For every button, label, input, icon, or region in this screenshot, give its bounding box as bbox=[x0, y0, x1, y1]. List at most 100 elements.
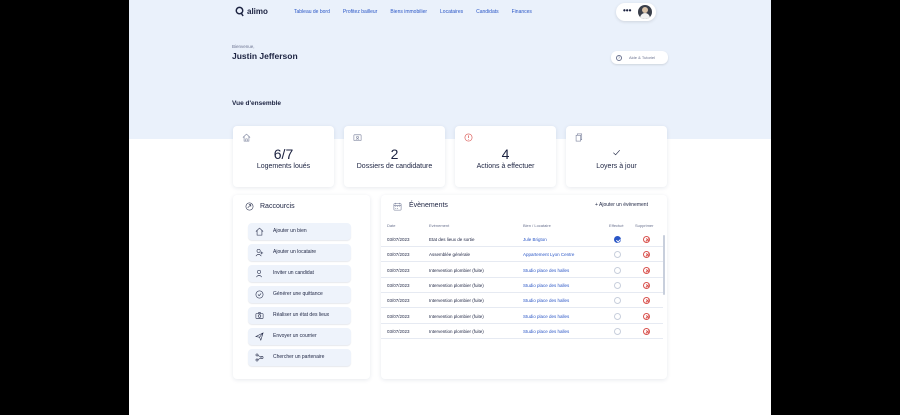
delete-icon[interactable] bbox=[643, 327, 650, 335]
shortcut-label: Chercher un partenaire bbox=[273, 354, 325, 360]
add-tenant-button[interactable]: Ajouter un locataire bbox=[248, 244, 351, 261]
row-date: 03/07/2023 bbox=[387, 282, 410, 288]
folder-icon bbox=[353, 134, 362, 141]
events-panel: Évènements + Ajouter un évènement Date E… bbox=[381, 195, 667, 379]
stat-label: Actions à effectuer bbox=[476, 163, 535, 170]
row-target-link[interactable]: Studio place des halles bbox=[523, 298, 569, 303]
stat-value: 2 bbox=[390, 146, 399, 162]
user-icon bbox=[256, 269, 262, 278]
send-mail-button[interactable]: Envoyer un courrier bbox=[248, 328, 351, 345]
avatar[interactable] bbox=[638, 5, 652, 19]
delete-icon[interactable] bbox=[643, 266, 650, 274]
add-event-button[interactable]: + Ajouter un évènement bbox=[595, 202, 648, 208]
row-event: Intervention plombier (fuite) bbox=[429, 328, 484, 334]
row-date: 03/07/2023 bbox=[387, 252, 410, 258]
row-target-link[interactable]: Studio place des halles bbox=[523, 283, 569, 288]
stat-card-applications[interactable]: 2 Dossiers de candidature bbox=[344, 126, 445, 187]
inventory-button[interactable]: Réaliser un état des lieux bbox=[248, 307, 351, 324]
row-target-link[interactable]: Studio place des halles bbox=[523, 329, 569, 334]
done-checkbox[interactable] bbox=[614, 327, 621, 335]
stat-label: Dossiers de candidature bbox=[356, 163, 433, 170]
user-menu[interactable]: ••• bbox=[616, 3, 656, 21]
delete-icon[interactable] bbox=[643, 281, 650, 289]
page-title: Justin Jefferson bbox=[232, 51, 298, 61]
welcome-text: Bienvenue, bbox=[232, 44, 255, 49]
house-icon bbox=[255, 227, 264, 236]
done-checkbox[interactable] bbox=[614, 281, 621, 289]
done-checkbox[interactable] bbox=[614, 297, 621, 305]
table-row[interactable]: 03/07/2023 Intervention plombier (fuite) S… bbox=[381, 324, 663, 339]
top-navigation: alimo Tableau de bord Profitez bailleur … bbox=[129, 0, 771, 26]
shortcut-icon bbox=[245, 202, 254, 211]
network-icon bbox=[255, 353, 264, 362]
delete-icon[interactable] bbox=[643, 312, 650, 320]
delete-icon[interactable] bbox=[643, 251, 650, 259]
column-header-date: Date bbox=[387, 223, 396, 228]
check-icon bbox=[613, 149, 620, 156]
delete-icon[interactable] bbox=[643, 297, 650, 305]
shortcut-label: Ajouter un bien bbox=[273, 228, 307, 234]
row-date: 03/07/2023 bbox=[387, 328, 410, 334]
delete-icon[interactable] bbox=[643, 236, 650, 243]
stat-label: Logements loués bbox=[256, 163, 311, 170]
more-icon[interactable]: ••• bbox=[623, 7, 631, 15]
row-target-link[interactable]: Jule Brigton bbox=[523, 237, 547, 242]
column-header-done: Effectué bbox=[609, 223, 624, 228]
row-target-link[interactable]: Appartement Lyon Centre bbox=[523, 252, 574, 257]
stat-card-actions[interactable]: 4 Actions à effectuer bbox=[455, 126, 556, 187]
row-target-link[interactable]: Studio place des halles bbox=[523, 268, 569, 273]
row-event: Etat des lieux de sortie bbox=[429, 237, 475, 242]
logo-icon bbox=[235, 6, 244, 17]
table-row[interactable]: 03/07/2023 Assemblée générale Appartement … bbox=[381, 247, 663, 263]
invite-candidate-button[interactable]: Inviter un candidat bbox=[248, 265, 351, 282]
shortcut-label: Réaliser un état des lieux bbox=[273, 312, 330, 318]
find-partner-button[interactable]: Chercher un partenaire bbox=[248, 349, 351, 366]
nav-link-finances[interactable]: Finances bbox=[512, 9, 532, 15]
shortcuts-panel: Raccourcis Ajouter un bien Ajouter un lo… bbox=[233, 195, 370, 379]
stat-card-rented[interactable]: 6/7 Logements loués bbox=[233, 126, 334, 187]
help-button[interactable]: ? Aide & Tutoriel bbox=[611, 51, 668, 64]
row-date: 03/07/2023 bbox=[387, 267, 410, 273]
done-checkbox[interactable] bbox=[614, 312, 621, 320]
table-row[interactable]: 03/07/2023 Etat des lieux de sortie Jule B… bbox=[381, 232, 663, 247]
events-title: Évènements bbox=[409, 202, 448, 209]
row-event: Intervention plombier (fuite) bbox=[429, 267, 484, 273]
row-date: 03/07/2023 bbox=[387, 237, 410, 242]
table-row[interactable]: 03/07/2023 Intervention plombier (fuite) S… bbox=[381, 263, 663, 278]
help-icon: ? bbox=[616, 54, 622, 61]
shortcuts-title: Raccourcis bbox=[260, 203, 295, 210]
column-header-delete: Supprimer bbox=[635, 223, 654, 228]
user-add-icon bbox=[255, 248, 264, 257]
calendar-icon bbox=[393, 202, 402, 211]
stat-label: Loyers à jour bbox=[596, 163, 637, 170]
row-event: Assemblée générale bbox=[429, 252, 471, 258]
table-row[interactable]: 03/07/2023 Intervention plombier (fuite) S… bbox=[381, 278, 663, 293]
row-event: Intervention plombier (fuite) bbox=[429, 298, 484, 304]
nav-links: Tableau de bord Profitez bailleur Biens … bbox=[294, 9, 545, 15]
generate-receipt-button[interactable]: Générer une quittance bbox=[248, 286, 351, 303]
help-label: Aide & Tutoriel bbox=[629, 55, 656, 60]
house-icon bbox=[242, 133, 251, 142]
nav-link-landlord-profile[interactable]: Profitez bailleur bbox=[343, 9, 377, 15]
stat-card-rents[interactable]: Loyers à jour bbox=[566, 126, 667, 187]
add-property-button[interactable]: Ajouter un bien bbox=[248, 223, 351, 240]
nav-link-properties[interactable]: Biens immobilier bbox=[390, 9, 427, 15]
row-event: Intervention plombier (fuite) bbox=[429, 313, 484, 319]
done-checkbox[interactable] bbox=[614, 236, 621, 243]
nav-link-dashboard[interactable]: Tableau de bord bbox=[294, 9, 330, 15]
table-row[interactable]: 03/07/2023 Intervention plombier (fuite) S… bbox=[381, 293, 663, 309]
done-checkbox[interactable] bbox=[614, 266, 621, 274]
nav-link-tenants[interactable]: Locataires bbox=[440, 9, 463, 15]
nav-link-candidates[interactable]: Candidats bbox=[476, 9, 499, 15]
events-scrollbar[interactable] bbox=[663, 235, 665, 295]
brand-logo[interactable]: alimo bbox=[235, 6, 268, 17]
table-row[interactable]: 03/07/2023 Intervention plombier (fuite) S… bbox=[381, 309, 663, 324]
app-page: alimo Tableau de bord Profitez bailleur … bbox=[129, 0, 771, 415]
overview-title: Vue d'ensemble bbox=[232, 100, 281, 107]
stat-value: 4 bbox=[501, 146, 510, 162]
brand-name: alimo bbox=[247, 7, 268, 16]
column-header-event: Evènement bbox=[429, 223, 450, 228]
row-target-link[interactable]: Studio place des halles bbox=[523, 314, 569, 319]
shortcut-label: Générer une quittance bbox=[273, 291, 323, 297]
done-checkbox[interactable] bbox=[614, 251, 621, 259]
